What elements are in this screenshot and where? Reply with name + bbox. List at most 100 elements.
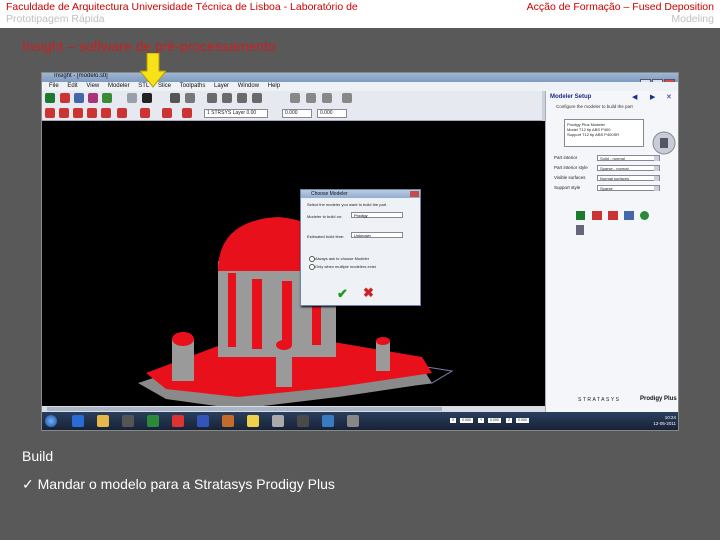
- menu-file[interactable]: File: [49, 83, 59, 89]
- panel-back-icon[interactable]: ◀: [632, 93, 637, 101]
- checkmark-icon: ✓: [22, 476, 34, 492]
- word-icon[interactable]: [197, 415, 209, 427]
- lines-icon[interactable]: [117, 108, 127, 118]
- visible-surfaces-select[interactable]: Normal surfaces: [597, 175, 660, 181]
- interior-style-select[interactable]: Sparse - normal: [597, 165, 660, 171]
- support-style-select[interactable]: Sparse: [597, 185, 660, 191]
- menu-window[interactable]: Window: [238, 83, 259, 89]
- slice-icon[interactable]: [60, 93, 70, 103]
- part-interior-select[interactable]: Solid - normal: [597, 155, 660, 161]
- radio-always-ask[interactable]: Always ask to choose Modeler: [308, 256, 369, 262]
- row-interior-style: Part interior style Sparse - normal: [554, 164, 676, 172]
- arrow-select-icon[interactable]: [576, 211, 585, 220]
- layer-up-icon[interactable]: [73, 108, 83, 118]
- app-icon[interactable]: [297, 415, 309, 427]
- curve-edit-icon[interactable]: [101, 108, 111, 118]
- header-right-line2: Modeling: [671, 13, 714, 25]
- media-icon[interactable]: [122, 415, 134, 427]
- window-controls: [639, 74, 675, 87]
- cancel-x-icon[interactable]: ✖: [363, 285, 374, 301]
- toolpath-icon[interactable]: [74, 93, 84, 103]
- start-button-icon[interactable]: [45, 415, 57, 427]
- menu-help[interactable]: Help: [268, 83, 280, 89]
- model-viewport[interactable]: [42, 121, 545, 409]
- menu-toolpaths[interactable]: Toolpaths: [180, 83, 206, 89]
- zoom-fit-icon[interactable]: [252, 93, 262, 103]
- window-titlebar: Insight - [modelo.stl]: [42, 73, 678, 87]
- app-icon[interactable]: [147, 415, 159, 427]
- layer-icon[interactable]: [592, 211, 602, 220]
- powerpoint-icon[interactable]: [222, 415, 234, 427]
- windows-taskbar: X 0.000 Y 0.000 Z 0.000 10:24 12-05-2011: [42, 412, 678, 430]
- document-icon[interactable]: [576, 225, 584, 235]
- view-front-icon[interactable]: [290, 93, 300, 103]
- coord-x-label: X: [450, 418, 457, 423]
- modeler-button-icon[interactable]: [652, 131, 676, 155]
- row-label: Part interior style: [554, 165, 588, 170]
- right-tower: [376, 341, 390, 371]
- zoom-out-icon[interactable]: [222, 93, 232, 103]
- ok-check-icon[interactable]: ✔: [337, 286, 348, 302]
- view-top-icon[interactable]: [322, 93, 332, 103]
- radio-multiple-modelers[interactable]: Only when multiple modelers exist: [309, 264, 376, 270]
- modeler-label: Modeler to build on:: [307, 214, 343, 219]
- panel-close-icon[interactable]: ✕: [666, 93, 672, 101]
- browser-icon[interactable]: [72, 415, 84, 427]
- grid-icon[interactable]: [162, 108, 172, 118]
- zoom-window-icon[interactable]: [237, 93, 247, 103]
- build-time-label: Estimated build time:: [307, 234, 345, 239]
- lines-icon[interactable]: [608, 211, 618, 220]
- app-icon[interactable]: [172, 415, 184, 427]
- folder-icon[interactable]: [97, 415, 109, 427]
- dialog-close-button[interactable]: [410, 191, 419, 197]
- modeler-info-box: Prodigy Plus Modeler Model T12 tip ABS P…: [564, 119, 644, 147]
- slide-title: Insight – software de pré-processamento: [22, 38, 276, 54]
- system-tray-clock[interactable]: 10:24 12-05-2011: [653, 415, 676, 427]
- modeler-select[interactable]: Prodigy: [351, 212, 403, 218]
- dialog-title: Choose Modeler: [311, 191, 348, 197]
- app-icon[interactable]: [247, 415, 259, 427]
- print-icon[interactable]: [185, 93, 195, 103]
- panel-forward-icon[interactable]: ▶: [650, 93, 655, 101]
- coord-z-field[interactable]: 0.000: [516, 418, 529, 423]
- layer-field[interactable]: 1 STRSYS Layer 0.00: [204, 109, 268, 118]
- panel-subtitle: Configure the modeler to build the part: [556, 104, 633, 109]
- header-left-line2: Prototipagem Rápida: [6, 13, 105, 25]
- grid-icon[interactable]: [624, 211, 634, 220]
- view-iso-icon[interactable]: [342, 93, 352, 103]
- value-field-1[interactable]: 0.000: [282, 109, 312, 118]
- coord-x-field[interactable]: 0.000: [460, 418, 473, 423]
- row-part-interior: Part interior Solid - normal: [554, 154, 676, 162]
- layer-down-icon[interactable]: [59, 108, 69, 118]
- menu-layer[interactable]: Layer: [214, 83, 229, 89]
- menu-edit[interactable]: Edit: [67, 83, 77, 89]
- insight-screenshot: Insight - [modelo.stl] File Edit View Mo…: [41, 72, 679, 431]
- support-icon[interactable]: [88, 93, 98, 103]
- hatch-icon[interactable]: [182, 108, 192, 118]
- menu-view[interactable]: View: [86, 83, 99, 89]
- coord-y-field[interactable]: 0.000: [488, 418, 501, 423]
- scrollbar-thumb[interactable]: [47, 407, 442, 411]
- choose-modeler-dialog: Choose Modeler Select the modeler you wa…: [300, 189, 421, 306]
- sphere-icon[interactable]: [102, 93, 112, 103]
- app-icon[interactable]: [272, 415, 284, 427]
- arrow-select-icon[interactable]: [45, 93, 55, 103]
- view-side-icon[interactable]: [306, 93, 316, 103]
- build-heading: Build: [22, 448, 54, 464]
- build-time-field: Unknown: [351, 232, 403, 238]
- curve-icon[interactable]: [87, 108, 97, 118]
- save-icon[interactable]: [170, 93, 180, 103]
- app-icon[interactable]: [322, 415, 334, 427]
- menu-modeler[interactable]: Modeler: [108, 83, 130, 89]
- value-field-2[interactable]: 0.000: [317, 109, 347, 118]
- sphere-icon[interactable]: [640, 211, 649, 220]
- modeler-build-icon[interactable]: [142, 93, 152, 103]
- toolpath-lines-icon[interactable]: [140, 108, 150, 118]
- dome-stripe-1: [228, 273, 236, 347]
- row-label: Part interior: [554, 155, 578, 160]
- open-icon[interactable]: [127, 93, 137, 103]
- coord-y-label: Y: [478, 418, 485, 423]
- layer-icon[interactable]: [45, 108, 55, 118]
- zoom-in-icon[interactable]: [207, 93, 217, 103]
- app-icon[interactable]: [347, 415, 359, 427]
